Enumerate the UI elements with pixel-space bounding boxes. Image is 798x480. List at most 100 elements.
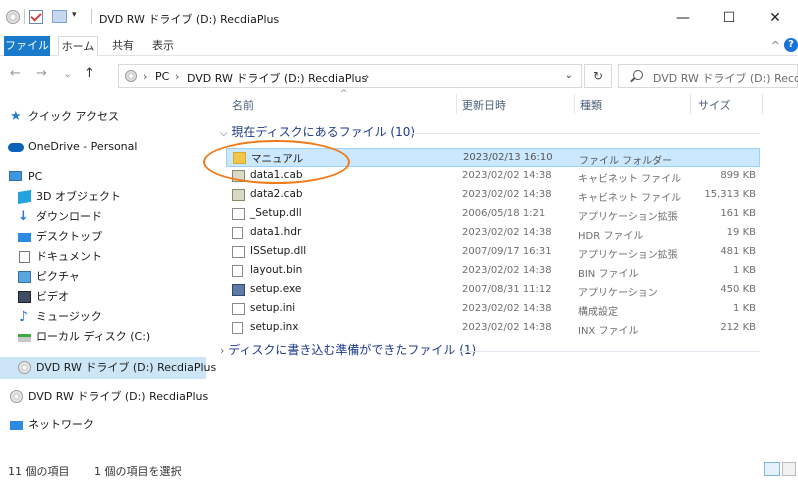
back-button[interactable]: ← [10,66,21,81]
tab-view[interactable]: 表示 [150,36,176,56]
column-header-size[interactable]: サイズ [698,97,731,113]
address-bar[interactable]: › PC › DVD RW ドライブ (D:) RecdiaPlus › ⌄ [118,64,582,88]
file-name: マニュアル [251,153,304,165]
sidebar-item-network[interactable]: ネットワーク [0,414,206,436]
sidebar-item-pictures[interactable]: ピクチャ [0,266,206,288]
table-row[interactable]: ISSetup.dll 2007/09/17 16:31 アプリケーション拡張 481… [226,243,760,262]
file-date: 2023/02/02 14:38 [462,170,552,181]
sidebar-item-label: ローカル ディスク (C:) [36,330,151,343]
tab-file[interactable]: ファイル [4,36,50,56]
file-date: 2023/02/02 14:38 [462,265,552,276]
ribbon-expand-icon[interactable]: ^ [771,39,780,52]
ribbon-tabs: ファイル ホーム 共有 表示 ^ ? [0,36,798,56]
file-type: HDR ファイル [578,231,644,242]
sidebar-item-downloads[interactable]: ↓ ダウンロード [0,206,206,228]
cab-file-icon [232,189,245,201]
cube-icon [18,189,31,205]
network-icon [10,421,23,430]
group-header-pending-files[interactable]: › ディスクに書き込む準備ができたファイル (1) [220,341,476,359]
sidebar-item-local-disk[interactable]: ローカル ディスク (C:) [0,326,206,348]
dll-file-icon [232,246,245,258]
file-size: 1 KB [733,265,756,276]
download-arrow-icon: ↓ [18,209,29,224]
breadcrumb-separator: › [365,70,370,83]
search-input[interactable]: DVD RW ドライブ (D:) RecdiaPl... [618,64,798,88]
file-type: INX ファイル [578,326,639,337]
column-divider[interactable] [456,94,457,114]
file-type: アプリケーション拡張 [578,250,678,261]
details-view-icon[interactable] [764,462,780,476]
sidebar-item-3d-objects[interactable]: 3D オブジェクト [0,186,206,208]
table-row[interactable]: setup.inx 2023/02/02 14:38 INX ファイル 212 KB [226,319,760,338]
table-row[interactable]: layout.bin 2023/02/02 14:38 BIN ファイル 1 KB [226,262,760,281]
file-name: data1.cab [250,169,303,181]
table-row[interactable]: setup.ini 2023/02/02 14:38 構成設定 1 KB [226,300,760,319]
maximize-button[interactable]: ☐ [706,0,752,36]
minimize-button[interactable]: — [660,0,706,36]
column-divider[interactable] [762,94,763,114]
exe-file-icon [232,284,245,296]
sidebar-item-quick-access[interactable]: ★ クイック アクセス [0,106,206,128]
quick-access-toolbar-dropdown[interactable]: ▾ [72,10,77,20]
file-date: 2023/02/02 14:38 [462,189,552,200]
breadcrumb-pc[interactable]: PC [155,70,169,83]
sidebar-item-dvd-drive[interactable]: DVD RW ドライブ (D:) RecdiaPlus [0,357,216,379]
file-type: ファイル フォルダー [579,156,673,167]
sidebar-item-music[interactable]: ♪ ミュージック [0,306,206,328]
video-icon [18,291,31,303]
folder-icon [233,152,246,164]
pc-icon [9,171,22,181]
dvd-drive-icon [125,70,137,82]
column-header-type[interactable]: 種類 [580,97,602,113]
disc-icon [18,361,31,374]
dll-file-icon [232,208,245,220]
column-header-row: 名前 ^ 更新日時 種類 サイズ [206,89,798,116]
address-history-dropdown[interactable]: ⌄ [565,70,573,81]
file-size: 481 KB [720,246,756,257]
column-header-date[interactable]: 更新日時 [462,97,506,113]
tab-share[interactable]: 共有 [110,36,136,56]
sidebar-item-dvd-drive-root[interactable]: DVD RW ドライブ (D:) RecdiaPlus [0,386,209,408]
file-type: キャビネット ファイル [578,193,682,204]
up-button[interactable]: ↑ [84,66,95,81]
table-row[interactable]: setup.exe 2007/08/31 11:12 アプリケーション 450 KB [226,281,760,300]
forward-button[interactable]: → [36,66,47,81]
properties-check-icon[interactable] [29,10,43,24]
column-header-name[interactable]: 名前 [232,97,254,113]
table-row[interactable]: data1.cab 2023/02/02 14:38 キャビネット ファイル 899 … [226,167,760,186]
close-button[interactable]: ✕ [752,0,798,36]
large-icons-view-icon[interactable] [782,462,796,476]
cloud-icon [8,143,24,152]
tab-home[interactable]: ホーム [58,36,98,56]
column-divider[interactable] [574,94,575,114]
refresh-button[interactable]: ↻ [584,64,612,88]
help-icon[interactable]: ? [784,38,798,52]
file-name: ISSetup.dll [250,245,307,257]
file-date: 2023/02/02 14:38 [462,303,552,314]
sidebar-item-pc[interactable]: PC [0,166,206,188]
table-row-selected[interactable]: マニュアル 2023/02/13 16:10 ファイル フォルダー [226,148,760,167]
file-type: アプリケーション拡張 [578,212,678,223]
sidebar-item-videos[interactable]: ビデオ [0,286,206,308]
file-date: 2006/05/18 1:21 [462,208,546,219]
search-icon [633,70,643,80]
sidebar-item-label: DVD RW ドライブ (D:) RecdiaPlus [28,390,209,403]
file-size: 19 KB [726,227,756,238]
file-name: layout.bin [250,264,303,276]
sidebar-item-onedrive[interactable]: OneDrive - Personal [0,136,206,158]
sidebar-item-label: DVD RW ドライブ (D:) RecdiaPlus [36,361,217,374]
chevron-right-icon: › [220,344,225,357]
table-row[interactable]: _Setup.dll 2006/05/18 1:21 アプリケーション拡張 161 K… [226,205,760,224]
group-header-current-files[interactable]: ⌵ 現在ディスクにあるファイル (10) [220,123,415,141]
sidebar-item-desktop[interactable]: デスクトップ [0,226,206,248]
table-row[interactable]: data1.hdr 2023/02/02 14:38 HDR ファイル 19 KB [226,224,760,243]
recent-locations-dropdown[interactable]: ⌄ [63,67,72,80]
breadcrumb-dvd-drive[interactable]: DVD RW ドライブ (D:) RecdiaPlus [187,70,367,86]
divider [91,9,92,24]
file-name: data2.cab [250,188,303,200]
sidebar-item-documents[interactable]: ドキュメント [0,246,206,268]
table-row[interactable]: data2.cab 2023/02/02 14:38 キャビネット ファイル 15,3… [226,186,760,205]
column-divider[interactable] [690,94,691,114]
new-folder-icon[interactable] [52,10,67,23]
sidebar-item-label: デスクトップ [36,230,102,243]
